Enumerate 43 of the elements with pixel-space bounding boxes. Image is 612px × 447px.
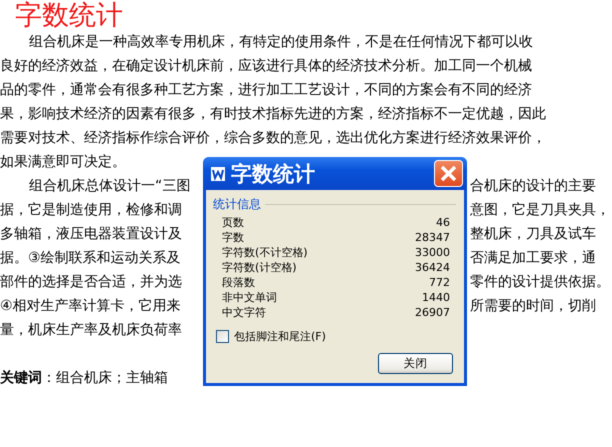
checkbox[interactable] <box>216 330 229 343</box>
stat-label: 字符数(计空格) <box>222 260 297 275</box>
paragraph-text: 意图，它是刀具夹具， <box>470 201 610 220</box>
stat-label: 非中文单词 <box>222 290 277 305</box>
close-button[interactable] <box>434 160 463 187</box>
paragraph-text: 如果满意即可决定。 <box>0 153 126 172</box>
paragraph-text: 良好的经济效益，在确定设计机床前，应该进行具体的经济技术分析。加工同一个机械 <box>0 57 532 76</box>
paragraph-text: 整机床，刀具及试车 <box>470 225 596 244</box>
stat-label: 字符数(不计空格) <box>222 245 308 260</box>
paragraph-text: 据，它是制造使用，检修和调 <box>0 201 182 220</box>
paragraph-text: 组合机床是一种高效率专用机床，有特定的使用条件，不是在任何情况下都可以收 <box>29 33 533 52</box>
paragraph-text: 据。③绘制联系和运动关系及 <box>0 249 181 268</box>
paragraph-text: 合机床的设计的主要 <box>470 177 596 196</box>
paragraph-text: 果，影响技术经济的因素有很多，有时技术指标先进的方案，经济指标不一定优越，因此 <box>0 105 546 124</box>
stat-value: 28347 <box>415 230 450 245</box>
close-icon <box>440 165 457 182</box>
stat-label: 中文字符 <box>222 305 266 320</box>
stat-value: 772 <box>429 275 450 290</box>
paragraph-text: 量，机床生产率及机床负荷率 <box>0 321 182 340</box>
paragraph-text: 品的零件，通常会有很多种工艺方案，进行加工工艺设计，不同的方案会有不同的经济 <box>0 81 532 100</box>
document-icon <box>211 166 225 180</box>
stat-value: 1440 <box>422 290 450 305</box>
stat-label: 页数 <box>222 215 244 230</box>
stat-value: 46 <box>436 215 450 230</box>
paragraph-text: 所需要的时间，切削 <box>470 297 596 316</box>
paragraph-text: 部件的选择是否合适，并为选 <box>0 273 182 292</box>
paragraph-text: ④相对生产率计算卡，它用来 <box>0 297 181 316</box>
caption-text: 字数统计 <box>15 0 123 32</box>
stat-label: 段落数 <box>222 275 255 290</box>
stat-value: 26907 <box>415 305 450 320</box>
section-title: 统计信息 <box>213 196 261 213</box>
stat-value: 33000 <box>415 245 450 260</box>
stat-value: 36424 <box>415 260 450 275</box>
paragraph-text: 否满足加工要求，通 <box>470 249 596 268</box>
paragraph-text: 多轴箱，液压电器装置设计及 <box>0 225 182 244</box>
checkbox-label: 包括脚注和尾注(F) <box>234 329 326 344</box>
stat-label: 字数 <box>222 230 244 245</box>
window-title: 字数统计 <box>231 160 316 188</box>
paragraph-text: 零件的设计提供依据。 <box>470 273 610 292</box>
paragraph-text: 组合机床总体设计一“三图 <box>29 177 190 196</box>
paragraph-text: 需要对技术、经济指标作综合评价，综合多数的意见，选出优化方案进行经济效果评价， <box>0 129 546 148</box>
close-dialog-button[interactable]: 关闭 <box>378 353 453 374</box>
keywords-text: 关键词：组合机床；主轴箱 <box>0 369 168 388</box>
